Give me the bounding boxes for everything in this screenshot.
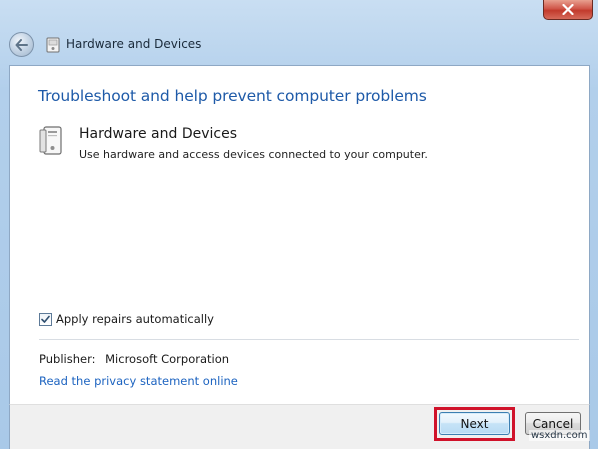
publisher-label: Publisher: [39, 352, 96, 366]
close-icon [562, 4, 574, 15]
hardware-device-icon [39, 126, 62, 155]
apply-repairs-label: Apply repairs automatically [56, 312, 214, 326]
dialog-content: Troubleshoot and help prevent computer p… [9, 65, 590, 404]
checkmark-icon [41, 315, 50, 323]
back-button[interactable] [9, 32, 34, 57]
page-heading: Troubleshoot and help prevent computer p… [38, 87, 427, 105]
privacy-statement-link[interactable]: Read the privacy statement online [39, 374, 238, 388]
publisher-value: Microsoft Corporation [105, 352, 230, 366]
publisher-row: Publisher: Microsoft Corporation [39, 352, 229, 366]
window-title: Hardware and Devices [66, 37, 202, 51]
window-frame: Hardware and Devices Troubleshoot and he… [0, 0, 598, 449]
close-button[interactable] [543, 0, 593, 20]
item-description: Use hardware and access devices connecte… [79, 148, 428, 161]
next-button[interactable]: Next [439, 412, 510, 435]
back-arrow-icon [15, 38, 28, 51]
divider [39, 339, 579, 340]
dialog-footer: Next Cancel [9, 404, 590, 449]
troubleshooter-icon [46, 37, 60, 53]
title-bar: Hardware and Devices [0, 28, 598, 64]
apply-repairs-checkbox[interactable] [39, 312, 52, 326]
watermark: wsxdn.com [529, 430, 590, 441]
item-title: Hardware and Devices [79, 126, 238, 142]
apply-repairs-option[interactable]: Apply repairs automatically [39, 312, 214, 326]
